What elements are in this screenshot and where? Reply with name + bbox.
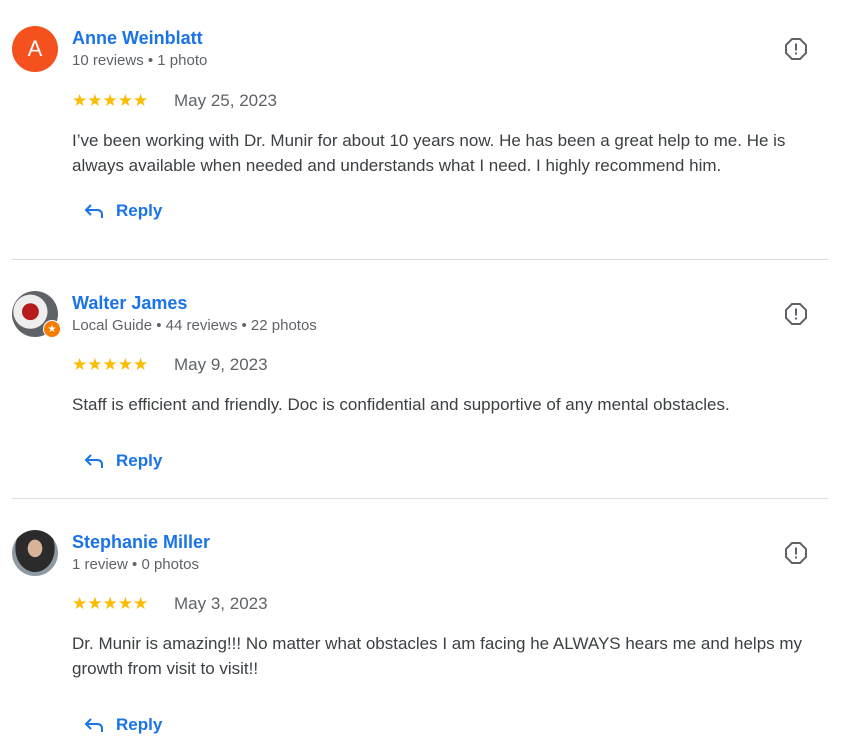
reply-button[interactable]: Reply xyxy=(84,201,162,221)
reviewer-name[interactable]: Anne Weinblatt xyxy=(72,28,203,49)
avatar[interactable] xyxy=(12,530,58,576)
reviewer-name[interactable]: Walter James xyxy=(72,293,187,314)
report-flag-icon[interactable] xyxy=(784,37,808,61)
review-date: May 25, 2023 xyxy=(174,91,278,110)
reply-button[interactable]: Reply xyxy=(84,451,162,471)
avatar-letter: A xyxy=(27,36,43,61)
reply-label: Reply xyxy=(116,715,163,734)
reviewer-meta: 10 reviews • 1 photo xyxy=(72,52,208,69)
review-text: I’ve been working with Dr. Munir for abo… xyxy=(72,131,786,175)
report-flag-icon[interactable] xyxy=(784,302,808,326)
review-date: May 9, 2023 xyxy=(174,355,268,374)
avatar[interactable]: ★ xyxy=(12,291,61,338)
reply-arrow-icon xyxy=(84,454,103,468)
reply-arrow-icon xyxy=(84,718,103,732)
reviewer-meta: Local Guide • 44 reviews • 22 photos xyxy=(72,317,317,334)
reply-label: Reply xyxy=(116,451,163,470)
avatar[interactable]: A xyxy=(12,26,58,72)
reviewer-name[interactable]: Stephanie Miller xyxy=(72,532,210,553)
star-rating: ★★★★★ xyxy=(72,355,149,374)
star-rating: ★★★★★ xyxy=(72,91,149,110)
review-date: May 3, 2023 xyxy=(174,594,268,613)
reviewer-meta: 1 review • 0 photos xyxy=(72,556,199,573)
local-guide-star-icon: ★ xyxy=(43,320,61,338)
report-flag-icon[interactable] xyxy=(784,541,808,565)
reply-arrow-icon xyxy=(84,204,103,218)
review-text: Dr. Munir is amazing!!! No matter what o… xyxy=(72,634,803,678)
reply-label: Reply xyxy=(116,201,163,220)
reply-button[interactable]: Reply xyxy=(84,715,162,735)
divider xyxy=(12,498,828,499)
divider xyxy=(12,259,828,260)
review-text: Staff is efficient and friendly. Doc is … xyxy=(72,395,730,414)
star-rating: ★★★★★ xyxy=(72,594,149,613)
